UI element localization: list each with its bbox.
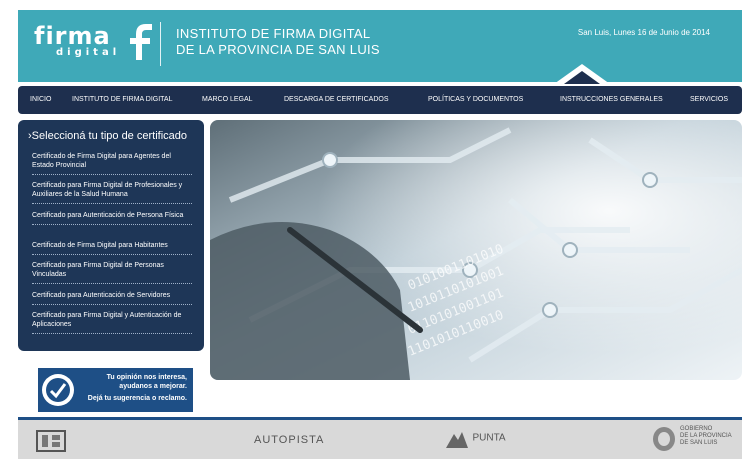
current-date: San Luis, Lunes 16 de Junio de 2014 xyxy=(577,28,710,37)
gobierno-line1: GOBIERNO xyxy=(680,426,713,432)
cpe-logo[interactable] xyxy=(36,430,66,452)
sidebar-item-habitantes[interactable]: Certificado de Firma Digital para Habita… xyxy=(32,241,192,255)
gobierno-line3: DE SAN LUIS xyxy=(680,440,718,446)
feedback-line1: Tu opinión nos interesa, xyxy=(106,374,187,381)
footer-partners: AUTOPISTA PUNTA GOBIERNO DE LA PROVINCIA… xyxy=(18,420,742,459)
logo-f-icon xyxy=(130,24,152,60)
nav-servicios[interactable]: SERVICIOS xyxy=(690,96,728,103)
sidebar-item-servidores[interactable]: Certificado para Autenticación de Servid… xyxy=(32,291,192,305)
institute-title: INSTITUTO DE FIRMA DIGITAL DE LA PROVINC… xyxy=(176,26,380,58)
sidebar-item-vinculadas[interactable]: Certificado para Firma Digital de Person… xyxy=(32,261,192,284)
main-nav: INICIO INSTITUTO DE FIRMA DIGITAL MARCO … xyxy=(18,86,742,114)
hero-illustration: 0101001101010 1010110101001 011010100110… xyxy=(210,120,742,380)
nav-inicio[interactable]: INICIO xyxy=(30,96,51,103)
sidebar-item-agentes[interactable]: Certificado de Firma Digital para Agente… xyxy=(32,152,192,175)
autopista-logo[interactable]: AUTOPISTA xyxy=(254,434,324,446)
sidebar-item-salud[interactable]: Certificado para Firma Digital de Profes… xyxy=(32,181,192,204)
firma-digital-logo[interactable]: firma digital xyxy=(34,22,152,60)
punta-mountain-icon xyxy=(446,432,468,448)
gobierno-san-luis-logo[interactable]: GOBIERNO DE LA PROVINCIA DE SAN LUIS xyxy=(652,426,732,452)
nav-instrucciones[interactable]: INSTRUCCIONES GENERALES xyxy=(560,96,663,103)
feedback-cta: Dejá tu sugerencia o reclamo. xyxy=(87,395,187,402)
institute-title-line1: INSTITUTO DE FIRMA DIGITAL xyxy=(176,26,371,41)
header-pointer-icon xyxy=(554,64,610,84)
coat-of-arms-icon xyxy=(653,427,675,451)
gobierno-text: GOBIERNO DE LA PROVINCIA DE SAN LUIS xyxy=(680,426,732,447)
nav-marco-legal[interactable]: MARCO LEGAL xyxy=(202,96,253,103)
sidebar-title-text: Seleccioná tu tipo de certificado xyxy=(31,130,187,142)
sidebar-item-persona-fisica[interactable]: Certificado para Autenticación de Person… xyxy=(32,211,192,225)
universidad-punta-logo[interactable]: PUNTA xyxy=(446,428,506,448)
sidebar-item-aplicaciones[interactable]: Certificado para Firma Digital y Autenti… xyxy=(32,311,192,334)
feedback-text: Tu opinión nos interesa, ayudanos a mejo… xyxy=(107,373,187,391)
nav-instituto[interactable]: INSTITUTO DE FIRMA DIGITAL xyxy=(72,96,172,103)
hero-banner-image: 0101001101010 1010110101001 011010100110… xyxy=(210,120,742,380)
logo-wordmark: firma xyxy=(34,22,111,50)
header-divider xyxy=(160,22,161,66)
logo-subtitle: digital xyxy=(56,47,121,58)
institute-title-line2: DE LA PROVINCIA DE SAN LUIS xyxy=(176,42,380,57)
site-header: firma digital INSTITUTO DE FIRMA DIGITAL… xyxy=(18,10,742,84)
feedback-line2: ayudanos a mejorar. xyxy=(119,383,187,390)
certificate-sidebar: ›Seleccioná tu tipo de certificado Certi… xyxy=(18,120,204,351)
quality-seal-icon xyxy=(42,374,74,406)
nav-descarga-certificados[interactable]: DESCARGA DE CERTIFICADOS xyxy=(284,96,389,103)
nav-politicas[interactable]: POLÍTICAS Y DOCUMENTOS xyxy=(428,96,523,103)
punta-label: PUNTA xyxy=(472,432,506,444)
sidebar-title: ›Seleccioná tu tipo de certificado xyxy=(28,130,187,142)
feedback-banner[interactable]: Tu opinión nos interesa, ayudanos a mejo… xyxy=(38,368,193,412)
gobierno-line2: DE LA PROVINCIA xyxy=(680,433,732,439)
